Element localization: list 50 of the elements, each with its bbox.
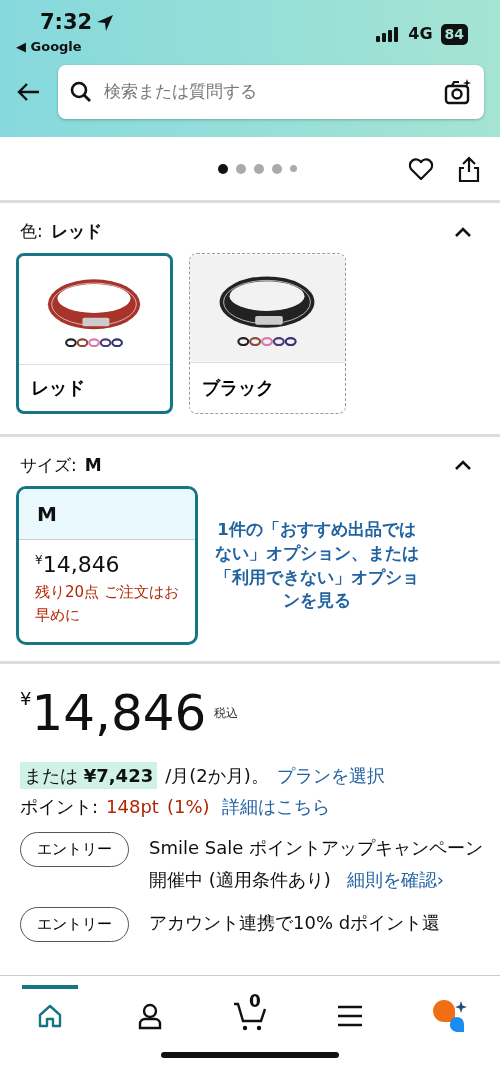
nav-tab[interactable]: 0	[222, 983, 278, 1031]
installment-amount: または ¥7,423	[20, 762, 158, 789]
other-options-link[interactable]: 1件の「おすすめ出品ではない」オプション、または「利用できない」オプションを見る	[214, 517, 419, 614]
plan-link[interactable]: プランを選択	[276, 762, 385, 789]
back-to-app-link[interactable]: ◀ Google	[16, 37, 115, 57]
color-option[interactable]: レッド	[16, 252, 173, 414]
carousel-dot[interactable]	[271, 163, 282, 174]
color-option[interactable]: ブラック	[189, 252, 346, 414]
terms-link[interactable]: 細則を確認›	[346, 868, 444, 890]
price: $^{¥}$14,846	[20, 688, 207, 738]
points-rate: (1%)	[166, 795, 210, 819]
status-time: 7:32	[40, 12, 93, 33]
account-icon	[138, 1002, 162, 1030]
size-option[interactable]: M $^{¥}$14,846 残り20点 ご注文はお早めに	[16, 486, 198, 645]
search-bar[interactable]: 検索または質問する	[58, 64, 484, 119]
heart-icon[interactable]	[408, 156, 434, 181]
installment-term: /月(2か月)。	[165, 764, 269, 788]
search-icon	[70, 80, 92, 103]
entry-button[interactable]: エントリー	[20, 832, 129, 867]
collapse-chevron-icon[interactable]	[454, 459, 472, 472]
stock-note: 残り20点 ご注文はお早めに	[35, 582, 179, 626]
promotion-text: アカウント連携で10% dポイント還	[149, 911, 441, 935]
network-type: 4G	[408, 23, 433, 46]
home-icon	[37, 1003, 63, 1029]
carousel-dot[interactable]	[217, 163, 228, 174]
battery-level: 84	[440, 23, 468, 45]
tax-note: 税込	[214, 705, 239, 722]
share-icon[interactable]	[458, 155, 480, 182]
points-value: 148pt	[106, 795, 159, 819]
option-label: サイズ:	[20, 453, 77, 477]
carousel-dot[interactable]	[235, 163, 246, 174]
size-label: M	[19, 489, 195, 540]
promotion-text: Smile Sale ポイントアップキャンペーン開催中 (適用条件あり) 細則を確認›	[149, 836, 484, 892]
cart-count: 0	[249, 993, 261, 1010]
collapse-chevron-icon[interactable]	[454, 225, 472, 238]
location-arrow-icon	[96, 13, 115, 32]
entry-button[interactable]: エントリー	[20, 907, 129, 942]
option-value: M	[84, 453, 102, 477]
menu-icon	[337, 1004, 363, 1028]
signal-icon	[376, 26, 401, 43]
size-price: $^{¥}$14,846	[35, 551, 121, 579]
carousel-dot[interactable]	[253, 163, 264, 174]
points-label: ポイント:	[20, 795, 99, 819]
search-input[interactable]: 検索または質問する	[102, 77, 434, 106]
option-value: レッド	[50, 220, 102, 243]
points-details-link[interactable]: 詳細はこちら	[221, 793, 330, 820]
carousel-dot[interactable]	[289, 165, 297, 172]
camera-search-icon[interactable]	[444, 78, 472, 105]
assistant-icon	[432, 999, 468, 1033]
option-label: 色:	[20, 220, 43, 243]
